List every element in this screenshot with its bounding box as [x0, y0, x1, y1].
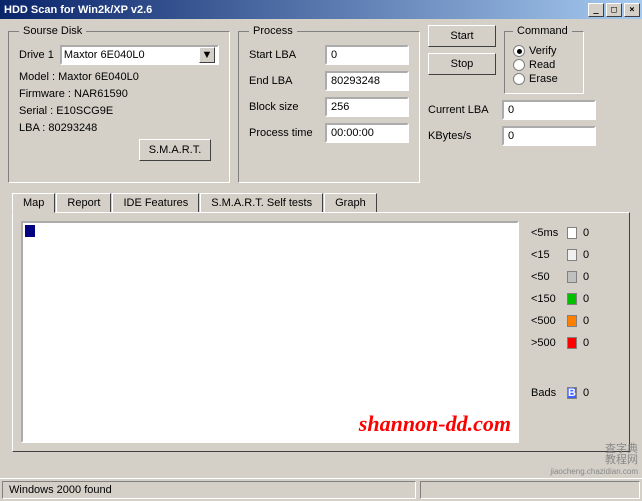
map-area: shannon-dd.com	[21, 221, 519, 443]
legend-count: 0	[583, 293, 589, 305]
legend-color-box	[567, 337, 577, 349]
block-size-label: Block size	[249, 101, 319, 113]
legend-count: 0	[583, 337, 589, 349]
legend-label: <5ms	[531, 227, 561, 239]
stop-button[interactable]: Stop	[428, 53, 496, 75]
sourse-disk-group: Sourse Disk Drive 1 Maxtor 6E040L0 ▼ Mod…	[8, 25, 230, 183]
verify-radio[interactable]: Verify	[513, 45, 575, 57]
serial-text: Serial : E10SCG9E	[19, 105, 219, 117]
window-title: HDD Scan for Win2k/XP v2.6	[4, 4, 586, 16]
radio-icon	[513, 45, 525, 57]
tab-strip: Map Report IDE Features S.M.A.R.T. Self …	[12, 193, 634, 212]
legend-item: <15 0	[531, 249, 621, 261]
erase-radio[interactable]: Erase	[513, 73, 575, 85]
legend-item: <150 0	[531, 293, 621, 305]
legend-color-box	[567, 315, 577, 327]
process-time-label: Process time	[249, 127, 319, 139]
process-time-value: 00:00:00	[325, 123, 409, 143]
status-empty	[420, 481, 640, 499]
tab-map[interactable]: Map	[12, 193, 55, 213]
end-lba-input[interactable]: 80293248	[325, 71, 409, 91]
titlebar: HDD Scan for Win2k/XP v2.6 _ □ ×	[0, 0, 642, 19]
map-cursor	[25, 225, 35, 237]
legend-color-box	[567, 227, 577, 239]
block-size-input[interactable]: 256	[325, 97, 409, 117]
drive-label: Drive 1	[19, 49, 54, 61]
legend-bads: Bads B0	[531, 387, 621, 399]
tab-report[interactable]: Report	[56, 193, 111, 212]
legend-count: 0	[583, 227, 589, 239]
watermark-text: shannon-dd.com	[359, 411, 511, 437]
corner-watermark: 查字典教程网jiaocheng.chazidian.com	[550, 444, 638, 477]
legend-count: 0	[583, 315, 589, 327]
radio-icon	[513, 59, 525, 71]
radio-icon	[513, 73, 525, 85]
model-text: Model : Maxtor 6E040L0	[19, 71, 219, 83]
close-button[interactable]: ×	[624, 3, 640, 17]
end-lba-label: End LBA	[249, 75, 319, 87]
maximize-button[interactable]: □	[606, 3, 622, 17]
chevron-down-icon[interactable]: ▼	[199, 47, 215, 63]
legend-label: <500	[531, 315, 561, 327]
drive-select-value: Maxtor 6E040L0	[64, 49, 199, 61]
legend-label: >500	[531, 337, 561, 349]
process-legend: Process	[249, 25, 297, 37]
legend-label: <50	[531, 271, 561, 283]
legend-label: <150	[531, 293, 561, 305]
command-legend: Command	[513, 25, 572, 37]
legend-color-box	[567, 249, 577, 261]
drive-select[interactable]: Maxtor 6E040L0 ▼	[60, 45, 219, 65]
statusbar: Windows 2000 found	[0, 478, 642, 501]
start-lba-label: Start LBA	[249, 49, 319, 61]
tab-graph[interactable]: Graph	[324, 193, 377, 212]
tab-panel-map: shannon-dd.com <5ms0<150<500<1500<5000>5…	[12, 212, 630, 452]
start-lba-input[interactable]: 0	[325, 45, 409, 65]
legend-color-box	[567, 293, 577, 305]
legend-color-box	[567, 271, 577, 283]
process-group: Process Start LBA 0 End LBA 80293248 Block…	[238, 25, 420, 183]
current-lba-label: Current LBA	[428, 104, 496, 116]
status-text: Windows 2000 found	[2, 481, 416, 499]
legend-item: >500 0	[531, 337, 621, 349]
firmware-text: Firmware : NAR61590	[19, 88, 219, 100]
sourse-legend: Sourse Disk	[19, 25, 86, 37]
minimize-button[interactable]: _	[588, 3, 604, 17]
legend-color-box: B	[567, 387, 577, 399]
legend-label: <15	[531, 249, 561, 261]
legend-count: 0	[583, 271, 589, 283]
legend-item: <5ms 0	[531, 227, 621, 239]
legend-column: <5ms0<150<500<1500<5000>5000BadsB0	[531, 221, 621, 443]
lba-text: LBA : 80293248	[19, 122, 219, 134]
current-lba-value: 0	[502, 100, 596, 120]
tab-ide-features[interactable]: IDE Features	[112, 193, 199, 212]
start-button[interactable]: Start	[428, 25, 496, 47]
command-group: Command Verify Read Erase	[504, 25, 584, 94]
legend-item: <500 0	[531, 315, 621, 327]
read-radio[interactable]: Read	[513, 59, 575, 71]
legend-count: 0	[583, 387, 589, 399]
tab-smart-selftests[interactable]: S.M.A.R.T. Self tests	[200, 193, 323, 212]
legend-item: <50 0	[531, 271, 621, 283]
kbytes-value: 0	[502, 126, 596, 146]
kbytes-label: KBytes/s	[428, 130, 496, 142]
legend-label: Bads	[531, 387, 561, 399]
legend-count: 0	[583, 249, 589, 261]
smart-button[interactable]: S.M.A.R.T.	[139, 139, 211, 161]
